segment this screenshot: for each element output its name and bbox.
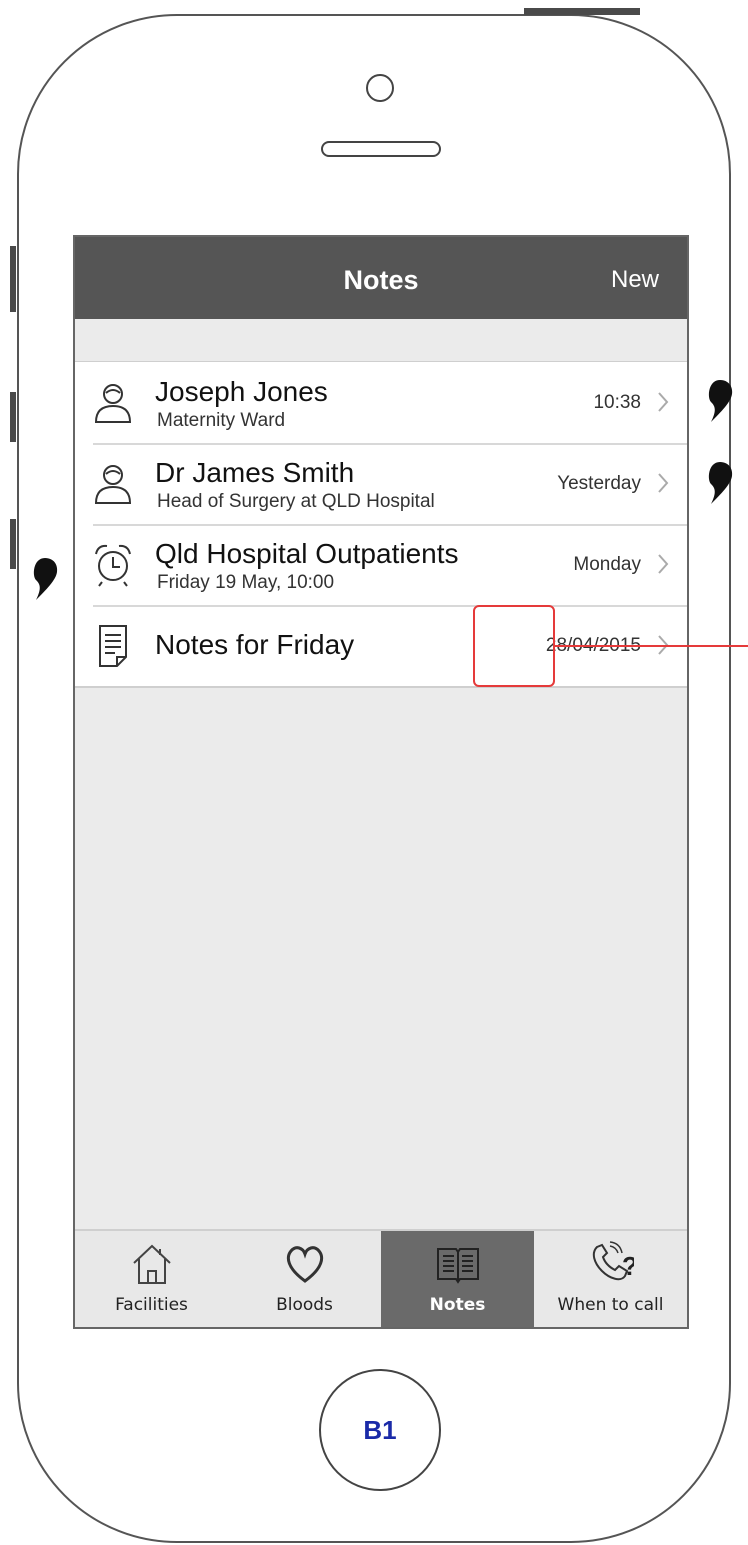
annotation-callout-line (555, 645, 748, 647)
alarm-clock-icon (95, 544, 131, 587)
volume-down-button (10, 519, 16, 569)
tab-bloods[interactable]: Bloods (228, 1231, 381, 1327)
annotation-pin-icon (33, 558, 58, 600)
tab-label: Notes (429, 1295, 486, 1315)
new-note-button[interactable]: New (611, 237, 659, 319)
tab-label: Bloods (276, 1295, 333, 1315)
phone-question-icon: ? (592, 1241, 634, 1281)
house-icon (132, 1244, 171, 1284)
note-title: Qld Hospital Outpatients (155, 538, 459, 569)
document-icon (99, 625, 127, 667)
note-subtitle: Maternity Ward (157, 410, 286, 431)
heart-icon (286, 1246, 323, 1283)
home-button-label: B1 (363, 1414, 397, 1445)
chevron-right-icon (658, 392, 669, 412)
annotation-callout-box (473, 605, 555, 687)
note-date: Monday (573, 554, 641, 575)
person-icon (94, 465, 132, 504)
chevron-right-icon (658, 554, 669, 574)
annotation-pin-icon (708, 380, 733, 422)
volume-up-button (10, 392, 16, 442)
mute-switch (10, 246, 16, 312)
chevron-right-icon (658, 473, 669, 493)
page-title: Notes (343, 265, 419, 295)
notes-list: Joseph Jones Maternity Ward 10:38 Dr Jam… (75, 361, 687, 688)
list-item[interactable]: Dr James Smith Head of Surgery at QLD Ho… (75, 443, 687, 524)
person-icon (94, 384, 132, 423)
list-item[interactable]: Joseph Jones Maternity Ward 10:38 (75, 362, 687, 443)
list-item[interactable]: Qld Hospital Outpatients Friday 19 May, … (75, 524, 687, 605)
note-title: Joseph Jones (155, 376, 328, 407)
tab-bar: Facilities Bloods Notes ? When to call (75, 1229, 687, 1327)
app-screen: Notes New Joseph Jones Maternity Ward 10… (73, 235, 689, 1329)
note-subtitle: Friday 19 May, 10:00 (157, 572, 335, 593)
svg-text:?: ? (622, 1251, 634, 1281)
note-subtitle: Head of Surgery at QLD Hospital (157, 491, 435, 512)
book-icon (436, 1248, 479, 1284)
tab-facilities[interactable]: Facilities (75, 1231, 228, 1327)
note-date: Yesterday (557, 473, 641, 494)
power-button (524, 8, 640, 15)
note-title: Dr James Smith (155, 457, 355, 488)
home-button[interactable]: B1 (319, 1369, 441, 1491)
note-date: 10:38 (593, 392, 641, 413)
tab-notes[interactable]: Notes (381, 1231, 534, 1327)
earpiece-speaker (321, 141, 441, 157)
tab-when-to-call[interactable]: ? When to call (534, 1231, 687, 1327)
tab-label: Facilities (115, 1295, 188, 1315)
annotation-pin-icon (708, 462, 733, 504)
front-camera (366, 74, 394, 102)
tab-label: When to call (557, 1295, 664, 1315)
navigation-bar: Notes New (75, 237, 687, 319)
note-title: Notes for Friday (155, 629, 355, 660)
